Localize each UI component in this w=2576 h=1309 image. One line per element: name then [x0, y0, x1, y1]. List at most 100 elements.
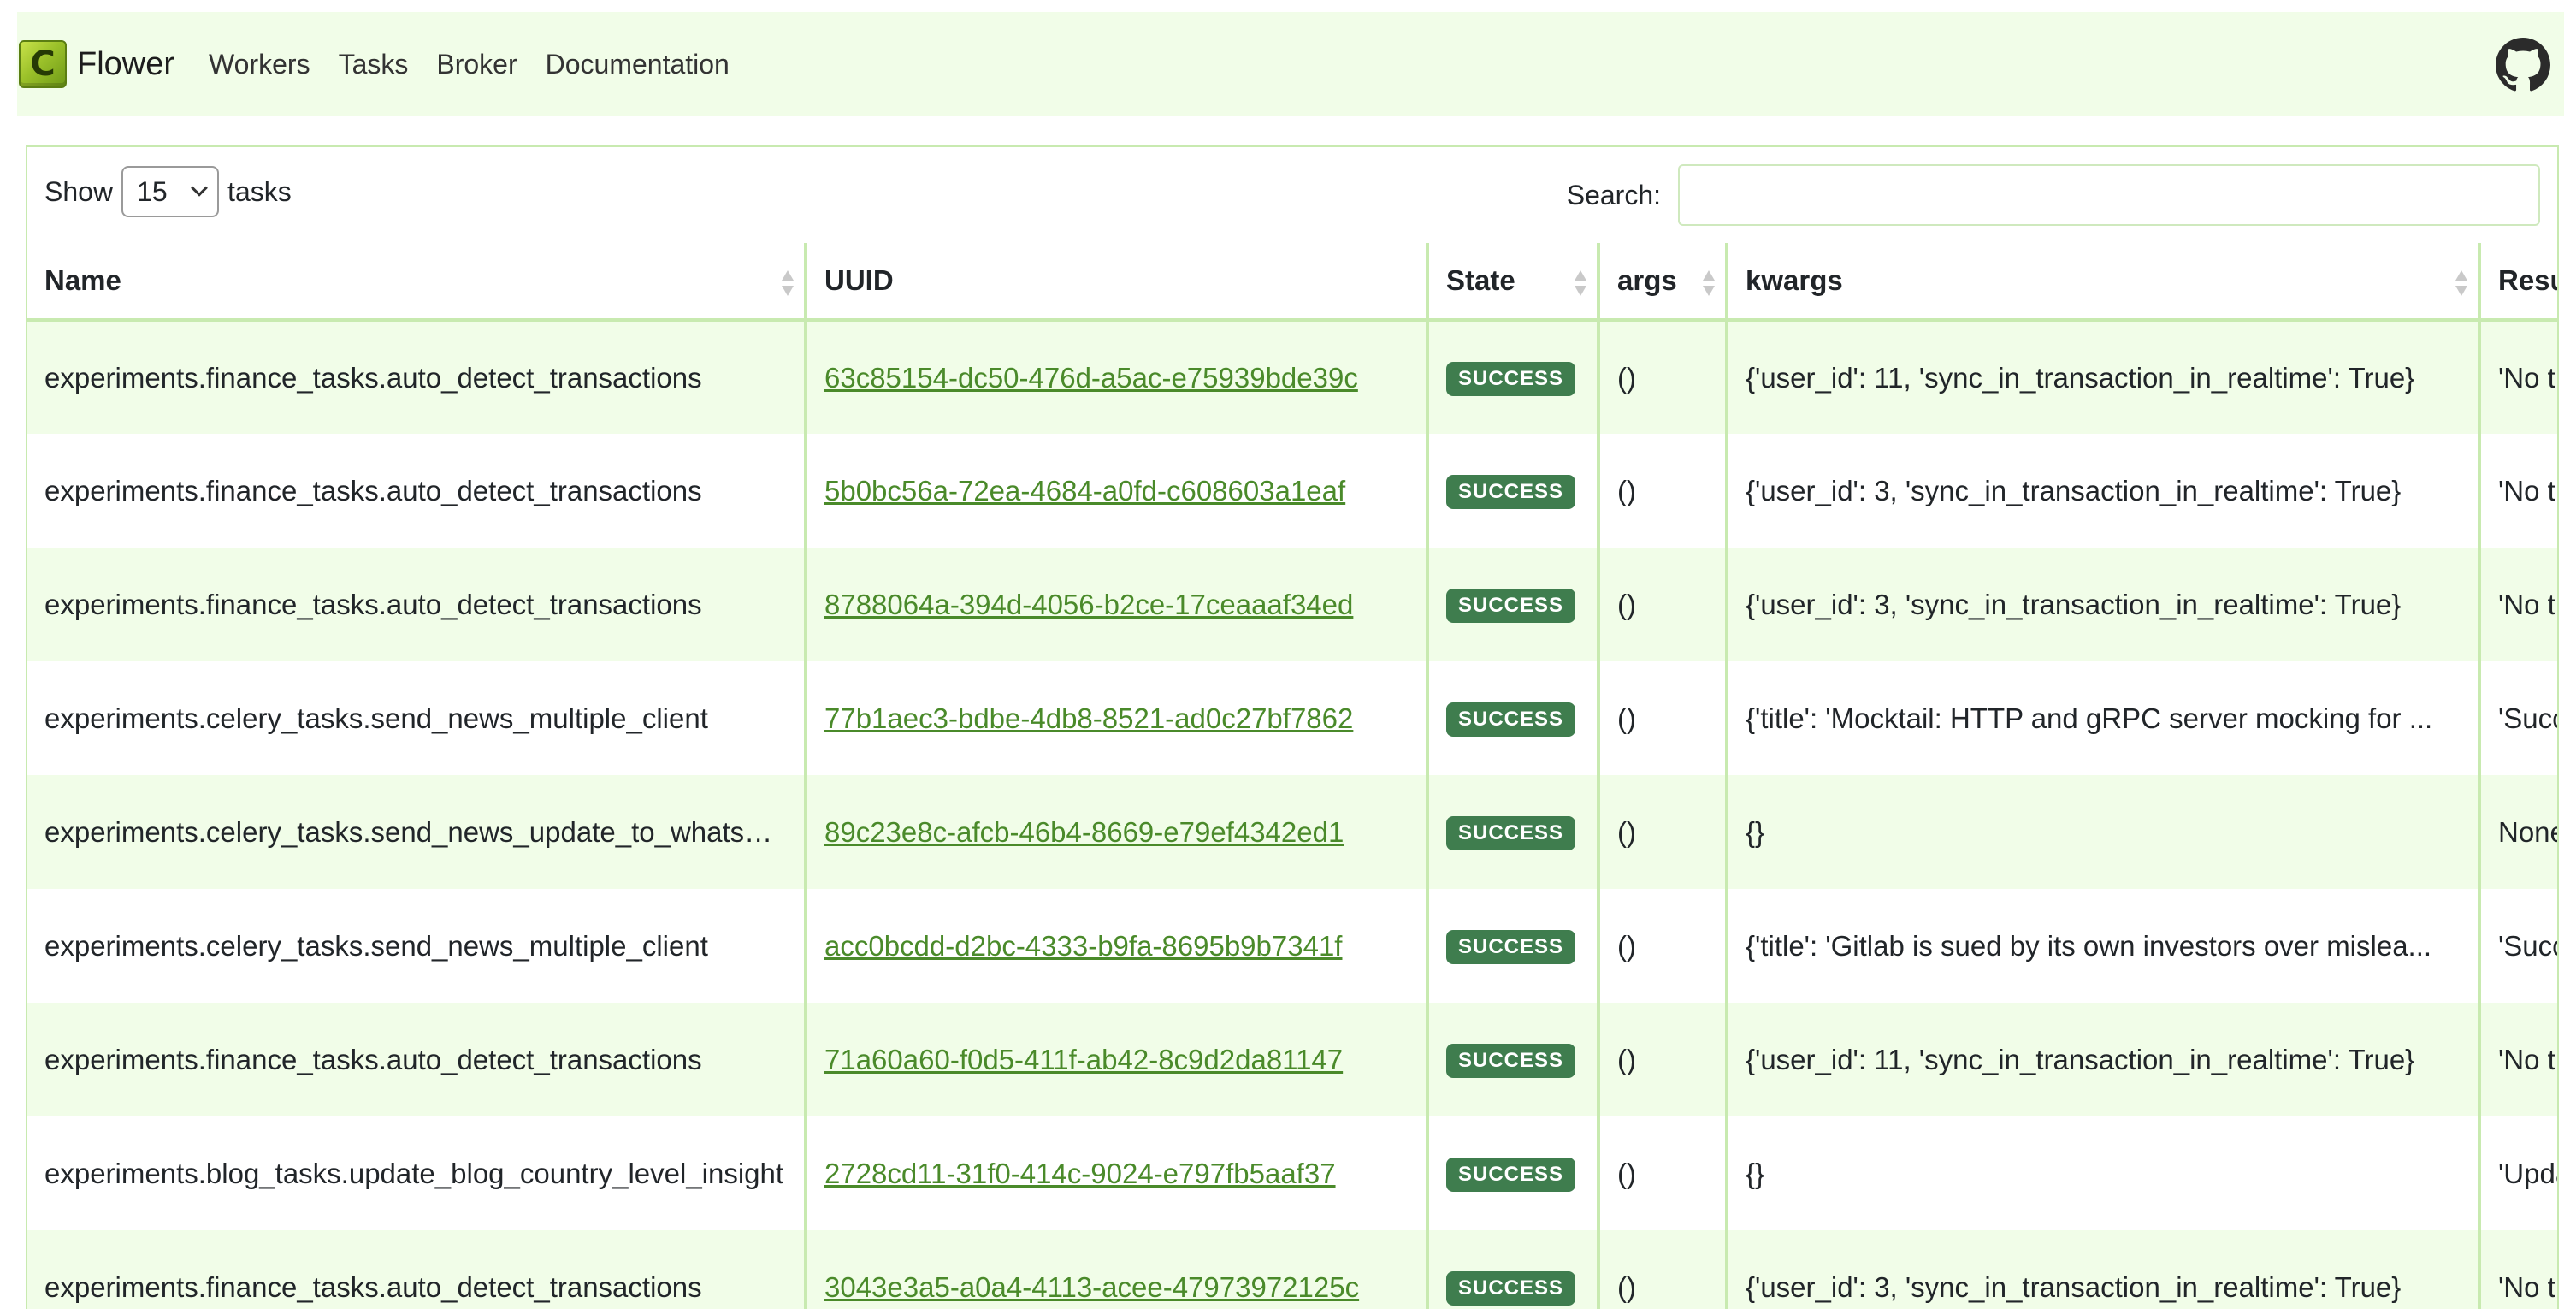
task-uuid-link[interactable]: acc0bcdd-d2bc-4333-b9fa-8695b9b7341f [824, 930, 1342, 962]
sort-icon [1703, 269, 1715, 298]
task-result: 'Success [2478, 889, 2557, 1003]
table-row: experiments.finance_tasks.auto_detect_tr… [27, 548, 2557, 661]
table-row: experiments.celery_tasks.send_news_updat… [27, 775, 2557, 889]
uuid-cell: 8788064a-394d-4056-b2ce-17ceaaaf34ed [804, 548, 1427, 661]
task-result: 'No trans [2478, 434, 2557, 548]
task-uuid-link[interactable]: 63c85154-dc50-476d-a5ac-e75939bde39c [824, 362, 1358, 394]
search-label: Search: [1566, 179, 1661, 210]
page-length-select[interactable]: 15 [121, 166, 220, 217]
uuid-cell: 77b1aec3-bdbe-4db8-8521-ad0c27bf7862 [804, 661, 1427, 775]
status-badge: SUCCESS [1446, 1271, 1576, 1306]
tasks-card: Show 15 tasks Search: Name UUID State ar… [26, 145, 2559, 1309]
status-badge: SUCCESS [1446, 1158, 1576, 1192]
column-header-state[interactable]: State [1426, 243, 1598, 322]
table-header-row: Name UUID State args kwargs Result [27, 243, 2557, 322]
status-badge: SUCCESS [1446, 1044, 1576, 1078]
task-name: experiments.finance_tasks.auto_detect_tr… [27, 1230, 806, 1309]
status-badge: SUCCESS [1446, 816, 1576, 850]
task-uuid-link[interactable]: 89c23e8c-afcb-46b4-8669-e79ef4342ed1 [824, 816, 1344, 848]
task-result: 'No trans [2478, 548, 2557, 661]
task-args: () [1597, 889, 1727, 1003]
uuid-cell: 63c85154-dc50-476d-a5ac-e75939bde39c [804, 320, 1427, 434]
nav-link-workers[interactable]: Workers [209, 49, 310, 80]
nav-link-broker[interactable]: Broker [436, 49, 517, 80]
column-header-kwargs[interactable]: kwargs [1725, 243, 2479, 322]
sort-icon [782, 269, 794, 298]
task-name: experiments.finance_tasks.auto_detect_tr… [27, 320, 806, 434]
task-result: 'Success [2478, 661, 2557, 775]
task-kwargs: {'title': 'Gitlab is sued by its own inv… [1725, 889, 2479, 1003]
uuid-cell: 71a60a60-f0d5-411f-ab42-8c9d2da81147 [804, 1003, 1427, 1116]
task-uuid-link[interactable]: 2728cd11-31f0-414c-9024-e797fb5aaf37 [824, 1158, 1336, 1189]
task-name: experiments.celery_tasks.send_news_multi… [27, 889, 806, 1003]
celery-logo-icon: C [19, 40, 67, 88]
task-uuid-link[interactable]: 71a60a60-f0d5-411f-ab42-8c9d2da81147 [824, 1044, 1343, 1075]
github-icon[interactable] [2496, 38, 2550, 92]
task-args: () [1597, 434, 1727, 548]
task-kwargs: {'title': 'Mocktail: HTTP and gRPC serve… [1725, 661, 2479, 775]
task-args: () [1597, 320, 1727, 434]
task-kwargs: {'user_id': 3, 'sync_in_transaction_in_r… [1725, 434, 2479, 548]
status-badge: SUCCESS [1446, 930, 1576, 964]
task-kwargs: {'user_id': 11, 'sync_in_transaction_in_… [1725, 1003, 2479, 1116]
table-row: experiments.finance_tasks.auto_detect_tr… [27, 1230, 2557, 1309]
column-header-result[interactable]: Result [2478, 243, 2557, 322]
sort-icon [2455, 269, 2467, 298]
page-length-value: 15 [137, 175, 168, 207]
page-length-control: Show 15 tasks [44, 166, 292, 217]
task-name: experiments.blog_tasks.update_blog_count… [27, 1116, 806, 1230]
column-header-uuid[interactable]: UUID [804, 243, 1427, 322]
search-control: Search: [1567, 164, 2540, 226]
uuid-cell: 89c23e8c-afcb-46b4-8669-e79ef4342ed1 [804, 775, 1427, 889]
column-header-name[interactable]: Name [27, 243, 806, 322]
task-uuid-link[interactable]: 3043e3a5-a0a4-4113-acee-47973972125c [824, 1271, 1359, 1303]
tasks-label: tasks [227, 175, 292, 207]
task-uuid-link[interactable]: 5b0bc56a-72ea-4684-a0fd-c608603a1eaf [824, 475, 1345, 506]
state-cell: SUCCESS [1426, 661, 1598, 775]
column-header-args[interactable]: args [1597, 243, 1727, 322]
tasks-table: Name UUID State args kwargs Result exper… [27, 243, 2557, 1309]
task-result: None [2478, 775, 2557, 889]
table-controls: Show 15 tasks Search: [27, 147, 2557, 241]
task-args: () [1597, 1230, 1727, 1309]
search-input[interactable] [1678, 164, 2540, 226]
task-name: experiments.finance_tasks.auto_detect_tr… [27, 434, 806, 548]
task-kwargs: {} [1725, 775, 2479, 889]
uuid-cell: 3043e3a5-a0a4-4113-acee-47973972125c [804, 1230, 1427, 1309]
uuid-cell: acc0bcdd-d2bc-4333-b9fa-8695b9b7341f [804, 889, 1427, 1003]
task-args: () [1597, 1003, 1727, 1116]
table-row: experiments.celery_tasks.send_news_multi… [27, 889, 2557, 1003]
navbar: C Flower Workers Tasks Broker Documentat… [17, 12, 2564, 116]
task-name: experiments.celery_tasks.send_news_multi… [27, 661, 806, 775]
task-args: () [1597, 1116, 1727, 1230]
task-uuid-link[interactable]: 8788064a-394d-4056-b2ce-17ceaaaf34ed [824, 589, 1353, 620]
status-badge: SUCCESS [1446, 702, 1576, 737]
task-name: experiments.finance_tasks.auto_detect_tr… [27, 548, 806, 661]
state-cell: SUCCESS [1426, 320, 1598, 434]
state-cell: SUCCESS [1426, 1003, 1598, 1116]
state-cell: SUCCESS [1426, 1230, 1598, 1309]
table-row: experiments.celery_tasks.send_news_multi… [27, 661, 2557, 775]
status-badge: SUCCESS [1446, 589, 1576, 623]
task-name: experiments.finance_tasks.auto_detect_tr… [27, 1003, 806, 1116]
uuid-cell: 5b0bc56a-72ea-4684-a0fd-c608603a1eaf [804, 434, 1427, 548]
state-cell: SUCCESS [1426, 434, 1598, 548]
nav-link-tasks[interactable]: Tasks [339, 49, 409, 80]
brand[interactable]: C Flower [19, 40, 174, 88]
state-cell: SUCCESS [1426, 889, 1598, 1003]
state-cell: SUCCESS [1426, 775, 1598, 889]
chevron-down-icon [191, 179, 208, 197]
state-cell: SUCCESS [1426, 1116, 1598, 1230]
task-kwargs: {'user_id': 11, 'sync_in_transaction_in_… [1725, 320, 2479, 434]
task-name: experiments.celery_tasks.send_news_updat… [27, 775, 806, 889]
task-args: () [1597, 775, 1727, 889]
task-result: 'No trans [2478, 1003, 2557, 1116]
task-args: () [1597, 548, 1727, 661]
task-uuid-link[interactable]: 77b1aec3-bdbe-4db8-8521-ad0c27bf7862 [824, 702, 1353, 734]
nav-link-documentation[interactable]: Documentation [546, 49, 730, 80]
status-badge: SUCCESS [1446, 475, 1576, 509]
task-args: () [1597, 661, 1727, 775]
uuid-cell: 2728cd11-31f0-414c-9024-e797fb5aaf37 [804, 1116, 1427, 1230]
state-cell: SUCCESS [1426, 548, 1598, 661]
brand-name: Flower [77, 45, 175, 82]
